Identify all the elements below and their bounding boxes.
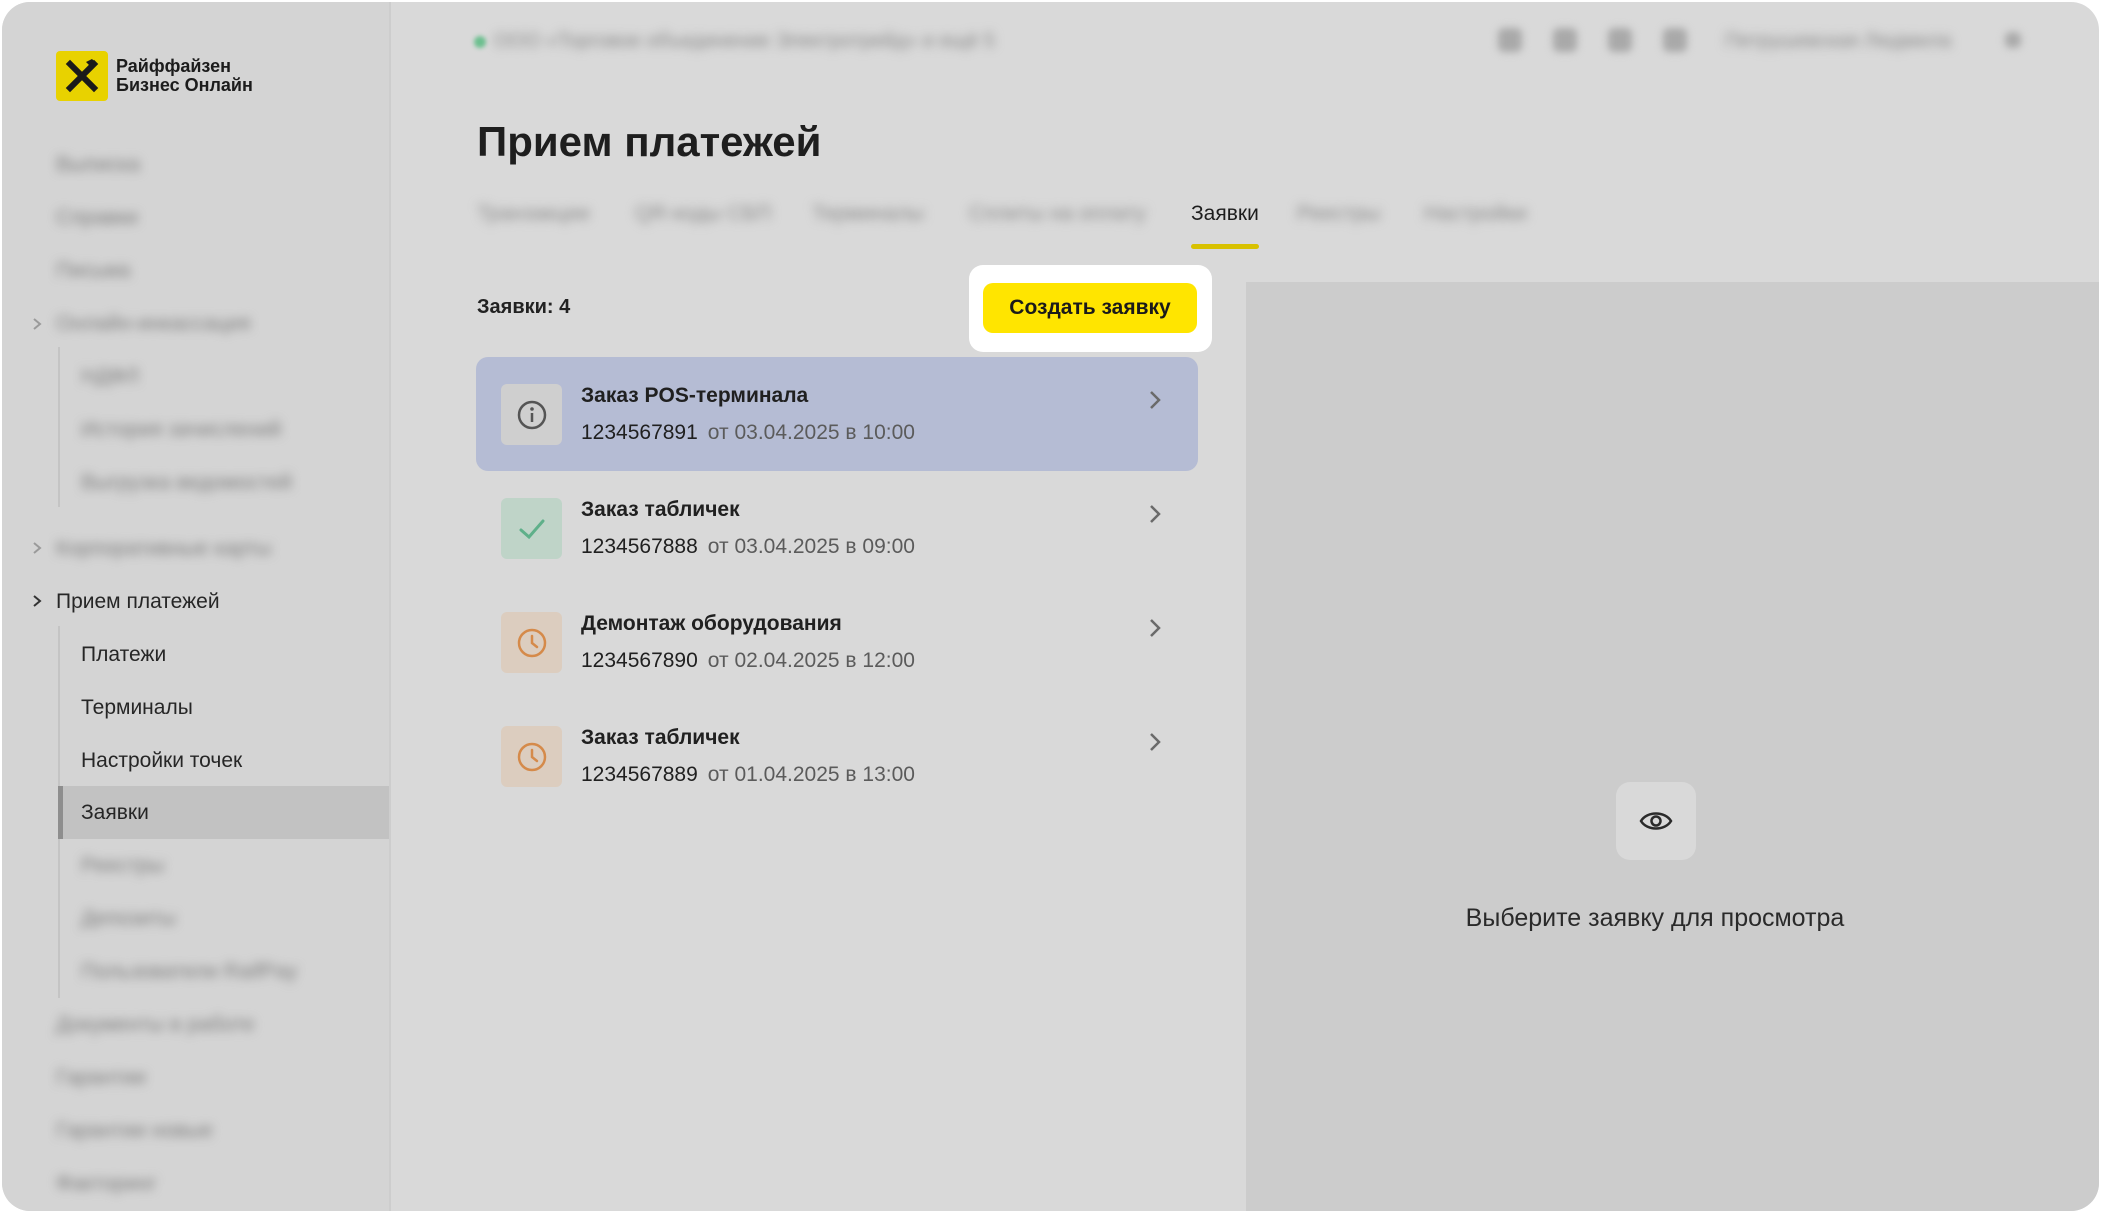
tab-transactions[interactable]: Транзакции bbox=[477, 202, 590, 252]
raiffeisen-logo-icon bbox=[56, 51, 108, 101]
eye-icon bbox=[1616, 782, 1696, 860]
chat-icon[interactable] bbox=[1498, 28, 1522, 52]
sidebar-item-credit-history[interactable]: История зачислений bbox=[81, 403, 281, 456]
chevron-right-icon bbox=[33, 318, 42, 330]
request-preview-panel: Выберите заявку для просмотра bbox=[1246, 282, 2099, 1211]
organization-selector[interactable]: ООО «Торговое объединение Электротрейд» … bbox=[494, 30, 995, 53]
requests-count: Заявки: 4 bbox=[477, 296, 571, 318]
create-request-button[interactable]: Создать заявку bbox=[983, 283, 1197, 333]
sidebar-item-deposits[interactable]: Депозиты bbox=[81, 892, 176, 945]
calendar-icon[interactable] bbox=[1608, 28, 1632, 52]
sidebar-item-ndfl[interactable]: НДФЛ bbox=[81, 350, 139, 403]
sidebar-item-guarantees[interactable]: Гарантии bbox=[56, 1051, 146, 1104]
sidebar-item-online-collection[interactable]: Онлайн-инкассация bbox=[56, 297, 251, 350]
request-title: Заказ табличек bbox=[581, 726, 740, 749]
sidebar-item-documents-in-work[interactable]: Документы в работе bbox=[56, 998, 255, 1051]
requests-list: Заказ POS-терминала 1234567891 от 03.04.2… bbox=[476, 357, 1198, 813]
list-item[interactable]: Заказ табличек 1234567889 от 01.04.2025 в… bbox=[476, 699, 1198, 813]
list-item[interactable]: Демонтаж оборудования 1234567890 от 02.04… bbox=[476, 585, 1198, 699]
sidebar-item-guarantees-new[interactable]: Гарантии новые bbox=[56, 1104, 213, 1157]
sidebar-item-requests[interactable]: Заявки bbox=[81, 786, 149, 839]
chevron-right-icon bbox=[33, 595, 42, 607]
request-title: Заказ табличек bbox=[581, 498, 740, 521]
sidebar-item-raifpay-users[interactable]: Пользователи RaifPay bbox=[81, 945, 297, 998]
clock-icon bbox=[501, 726, 562, 787]
top-bar: ООО «Торговое объединение Электротрейд» … bbox=[390, 2, 2099, 82]
sidebar-item-letters[interactable]: Письма bbox=[56, 244, 130, 297]
request-title: Демонтаж оборудования bbox=[581, 612, 842, 635]
sidebar-item-factoring[interactable]: Факторинг bbox=[56, 1157, 157, 1210]
request-number: 1234567888 bbox=[581, 535, 698, 558]
nav-guide bbox=[58, 347, 60, 507]
sidebar-item-terminals[interactable]: Терминалы bbox=[81, 681, 193, 734]
sidebar-item-statements-export[interactable]: Выгрузка ведомостей bbox=[81, 456, 292, 509]
request-date: от 01.04.2025 в 13:00 bbox=[707, 763, 915, 786]
request-date: от 03.04.2025 в 09:00 bbox=[707, 535, 915, 558]
create-button-highlight: Создать заявку bbox=[969, 265, 1212, 352]
chevron-right-icon bbox=[33, 542, 42, 554]
logo-line2: Бизнес Онлайн bbox=[116, 75, 253, 95]
request-number: 1234567891 bbox=[581, 421, 698, 444]
request-title: Заказ POS-терминала bbox=[581, 384, 809, 407]
sidebar-item-corporate-cards[interactable]: Корпоративные карты bbox=[56, 522, 272, 575]
sidebar-item-references[interactable]: Справки bbox=[56, 191, 138, 244]
logo[interactable]: Райффайзен Бизнес Онлайн bbox=[56, 51, 253, 101]
tab-requests[interactable]: Заявки bbox=[1191, 202, 1259, 252]
active-tab-underline bbox=[1191, 244, 1259, 249]
tab-qr-codes[interactable]: QR-коды СБП bbox=[635, 202, 771, 252]
request-number: 1234567890 bbox=[581, 649, 698, 672]
check-icon bbox=[501, 498, 562, 559]
chevron-right-icon bbox=[1150, 619, 1161, 637]
page-title: Прием платежей bbox=[477, 118, 822, 165]
list-item[interactable]: Заказ POS-терминала 1234567891 от 03.04.2… bbox=[476, 357, 1198, 471]
preview-empty-text: Выберите заявку для просмотра bbox=[1465, 904, 1845, 932]
chevron-right-icon bbox=[1150, 505, 1161, 523]
request-number: 1234567889 bbox=[581, 763, 698, 786]
sidebar-item-registries[interactable]: Реестры bbox=[81, 839, 164, 892]
tab-registries[interactable]: Реестры bbox=[1297, 202, 1380, 252]
chevron-down-icon[interactable] bbox=[2005, 32, 2021, 48]
chevron-right-icon bbox=[1150, 733, 1161, 751]
logo-line1: Райффайзен bbox=[116, 56, 232, 76]
info-icon bbox=[501, 384, 562, 445]
sidebar-item-point-settings[interactable]: Настройки точек bbox=[81, 734, 242, 787]
sidebar: Райффайзен Бизнес Онлайн Выписка Справки… bbox=[2, 2, 391, 1211]
request-date: от 03.04.2025 в 10:00 bbox=[707, 421, 915, 444]
chevron-right-icon bbox=[1150, 391, 1161, 409]
sidebar-item-statement[interactable]: Выписка bbox=[56, 138, 140, 191]
mail-icon[interactable] bbox=[1663, 28, 1687, 52]
notifications-icon[interactable] bbox=[1553, 28, 1577, 52]
request-date: от 02.04.2025 в 12:00 bbox=[707, 649, 915, 672]
user-menu[interactable]: Петрушевская Людмила bbox=[1725, 30, 1951, 53]
app-window: Райффайзен Бизнес Онлайн Выписка Справки… bbox=[2, 2, 2099, 1211]
tab-terminals[interactable]: Терминалы bbox=[812, 202, 924, 252]
clock-icon bbox=[501, 612, 562, 673]
organization-status-icon bbox=[474, 36, 486, 48]
list-item[interactable]: Заказ табличек 1234567888 от 03.04.2025 в… bbox=[476, 471, 1198, 585]
sidebar-item-payments[interactable]: Платежи bbox=[81, 628, 166, 681]
sidebar-item-payments-acceptance[interactable]: Прием платежей bbox=[56, 575, 220, 628]
tab-splits[interactable]: Сплиты на оплату bbox=[969, 202, 1146, 252]
tab-settings[interactable]: Настройки bbox=[1424, 202, 1527, 252]
